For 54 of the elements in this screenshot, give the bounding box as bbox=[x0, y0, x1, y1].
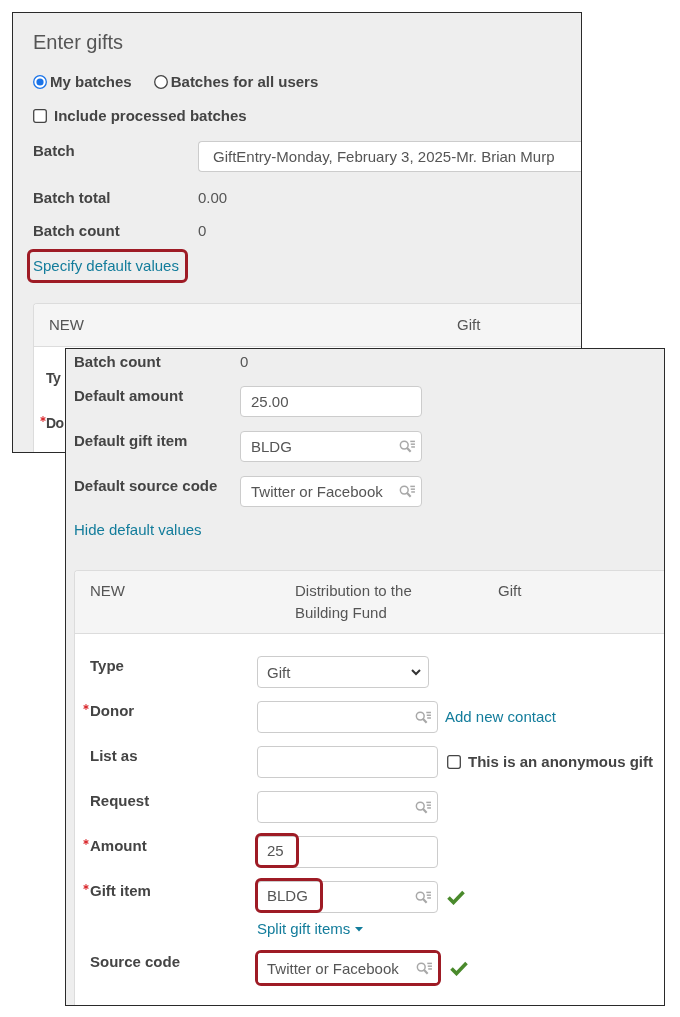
field-label: Batch count bbox=[33, 221, 121, 241]
description-text: Distribution to the Building Fund bbox=[295, 581, 413, 623]
status-text: NEW bbox=[49, 315, 85, 335]
field-label: Request bbox=[90, 791, 151, 811]
specify-defaults-link[interactable]: Specify default values bbox=[33, 256, 179, 276]
caret-down-icon bbox=[355, 926, 364, 932]
field-label: Ty bbox=[46, 369, 61, 388]
lookup-field[interactable]: Twitter or Facebook bbox=[258, 953, 438, 983]
lookup-field[interactable]: BLDG bbox=[257, 881, 438, 913]
field-label: Default gift item bbox=[74, 431, 189, 451]
include-processed-checkbox[interactable]: Include processed batches bbox=[33, 106, 247, 126]
field-label: Default source code bbox=[74, 476, 219, 496]
split-items-link[interactable]: Split gift items bbox=[257, 919, 364, 939]
field-label: Type bbox=[90, 656, 125, 676]
type-text: Gift bbox=[457, 315, 482, 335]
field-value: 0 bbox=[240, 352, 249, 372]
search-icon bbox=[399, 485, 416, 498]
field-value: 25 bbox=[267, 842, 284, 859]
lookup-field[interactable]: BLDG bbox=[240, 431, 422, 462]
field-label: Batch count bbox=[74, 352, 162, 372]
search-icon bbox=[415, 890, 432, 904]
add-contact-link[interactable]: Add new contact bbox=[445, 707, 556, 727]
batch-filter-radio[interactable]: Batches for all users bbox=[153, 72, 319, 92]
search-icon bbox=[399, 440, 416, 453]
field-label: List as bbox=[90, 746, 139, 766]
field-label: Amount bbox=[90, 836, 148, 856]
anonymous-gift-checkbox[interactable]: This is an anonymous gift bbox=[447, 752, 654, 772]
field-label: Gift item bbox=[90, 881, 152, 901]
lookup-field[interactable]: Twitter or Facebook bbox=[240, 476, 422, 507]
status-text: NEW bbox=[90, 581, 126, 601]
lookup-field[interactable] bbox=[257, 701, 438, 733]
field-value: BLDG bbox=[267, 887, 308, 904]
input-field[interactable]: 25 bbox=[257, 836, 438, 868]
input-field[interactable]: 25.00 bbox=[240, 386, 422, 417]
field-label: Donor bbox=[90, 701, 136, 721]
field-value: 0 bbox=[198, 221, 207, 241]
select-field[interactable]: Gift bbox=[257, 656, 429, 688]
input-field[interactable] bbox=[257, 746, 438, 778]
field-label: Default amount bbox=[74, 386, 185, 406]
field-label: Source code bbox=[90, 952, 182, 972]
hide-defaults-link[interactable]: Hide default values bbox=[74, 520, 202, 540]
chevron-down-icon bbox=[411, 668, 421, 676]
search-icon bbox=[416, 961, 433, 975]
search-icon bbox=[415, 710, 432, 724]
search-icon bbox=[415, 800, 432, 814]
batch-field[interactable]: GiftEntry-Monday, February 3, 2025-Mr. Brian Murp bbox=[198, 141, 581, 172]
lookup-field[interactable] bbox=[257, 791, 438, 823]
field-label: Do bbox=[46, 414, 64, 433]
field-value: 0.00 bbox=[198, 188, 228, 208]
type-text: Gift bbox=[498, 581, 523, 601]
field-label: Batch total bbox=[33, 188, 112, 208]
batch-filter-radio[interactable]: My batches bbox=[33, 72, 132, 92]
page-title: Enter gifts bbox=[33, 30, 125, 55]
field-label: Batch bbox=[33, 141, 76, 161]
